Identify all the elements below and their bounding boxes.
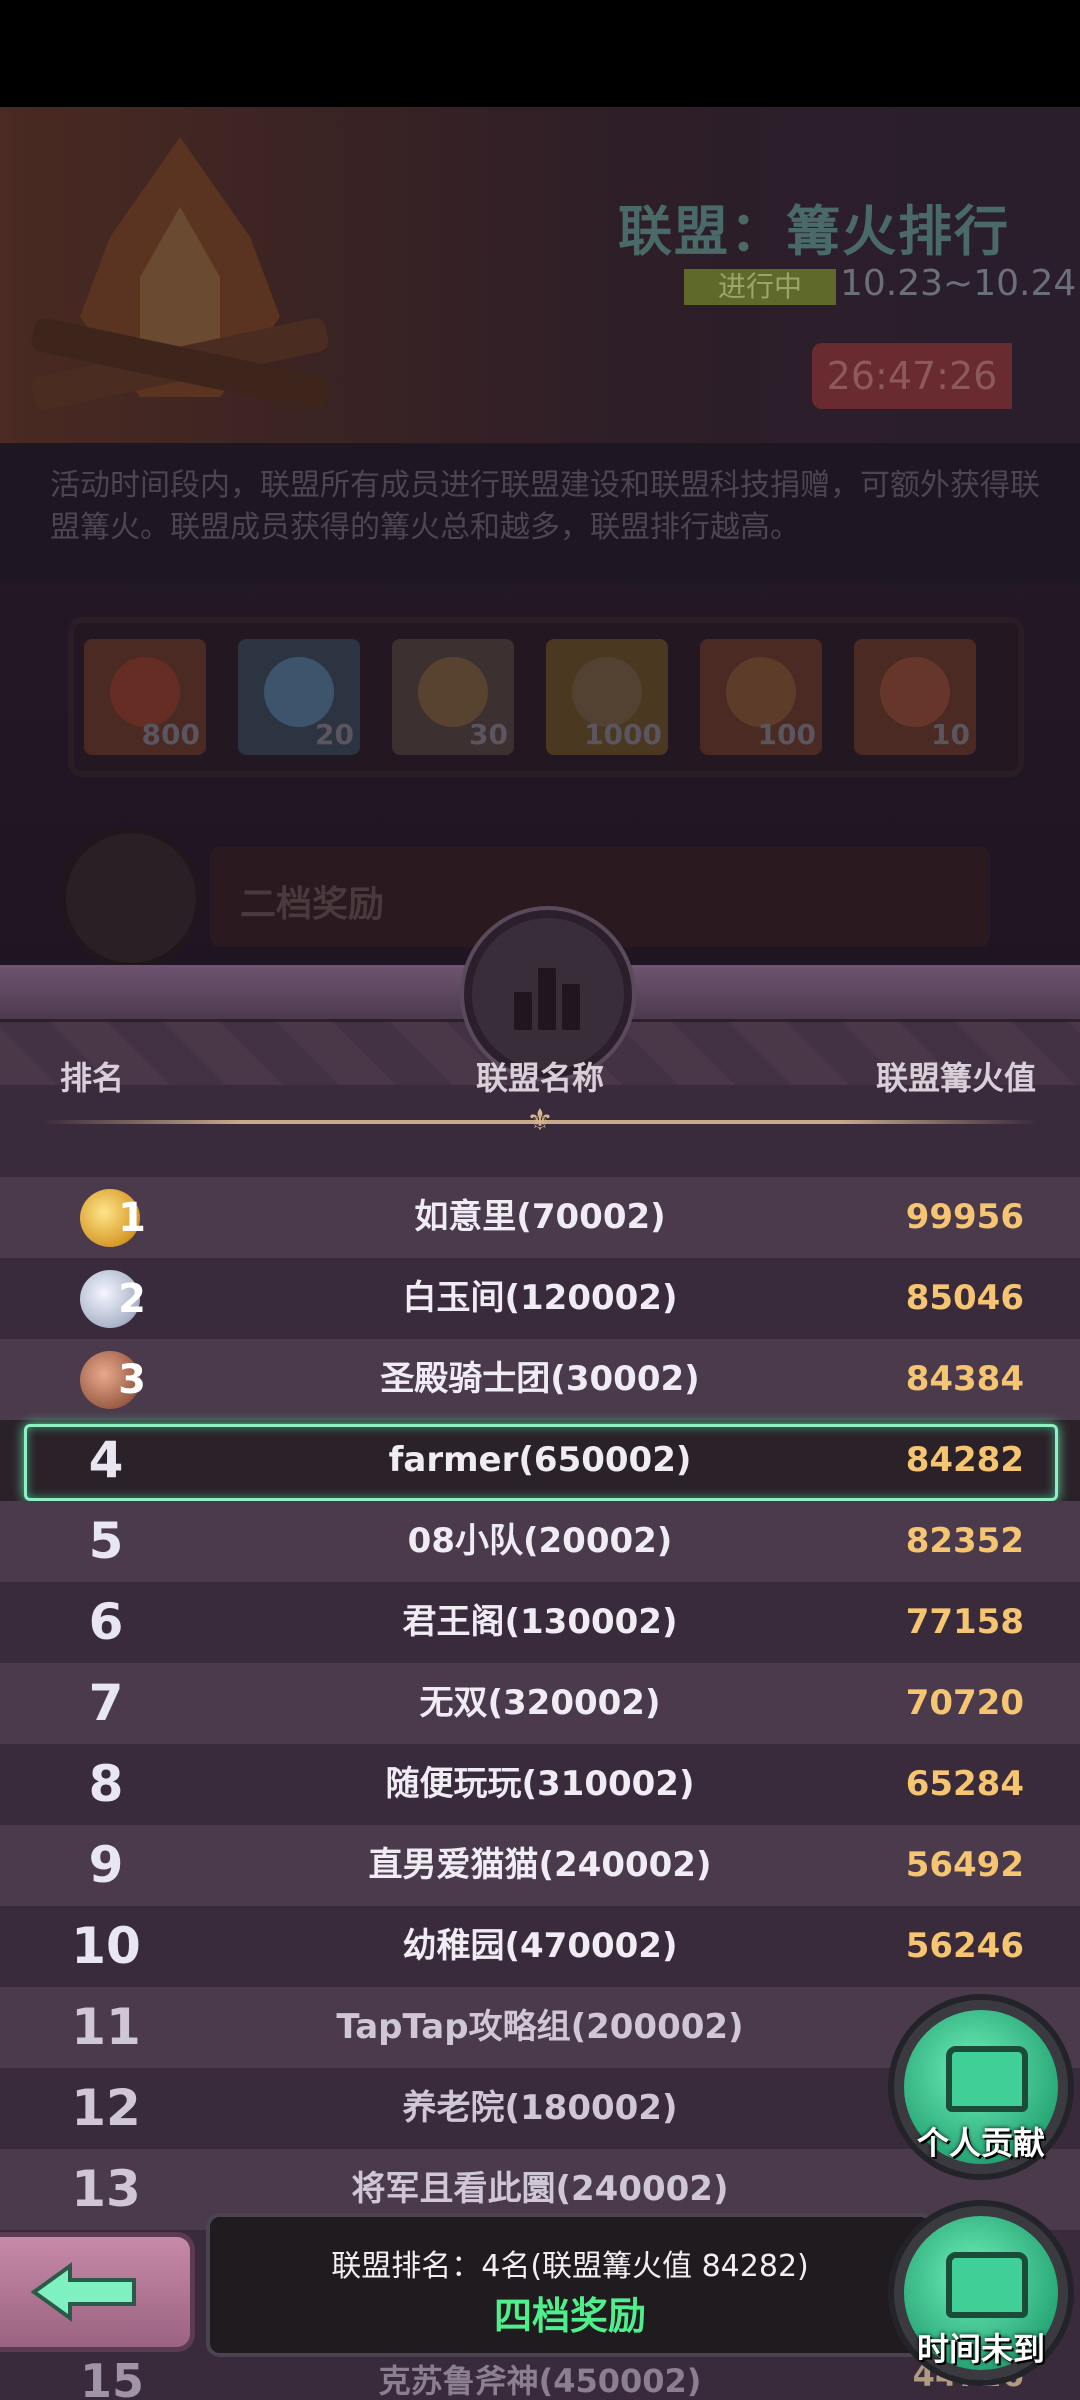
alliance-name: 养老院(180002) bbox=[402, 2088, 678, 2128]
bonfire-value: 84384 bbox=[905, 1359, 1024, 1399]
table-row[interactable]: 7 无双(320002) 70720 bbox=[0, 1663, 1080, 1744]
my-ranking-text: 联盟排名：4名(联盟篝火值 84282) bbox=[331, 2249, 809, 2284]
rank-number: 5 bbox=[88, 1512, 124, 1570]
my-ranking-panel: 联盟排名：4名(联盟篝火值 84282) 四档奖励 bbox=[206, 2213, 934, 2357]
alliance-name: TapTap攻略组(200002) bbox=[336, 2007, 744, 2047]
reward-item: 10 bbox=[854, 639, 976, 755]
time-not-reached-button[interactable]: 时间未到 bbox=[894, 2206, 1068, 2380]
reward-item: 800 bbox=[84, 639, 206, 755]
reward-item: 100 bbox=[700, 639, 822, 755]
reward-item: 20 bbox=[238, 639, 360, 755]
alliance-name: 君王阁(130002) bbox=[402, 1602, 678, 1642]
ranking-screen: 联盟：篝火排行 进行中 10.23~10.24 26:47:26 活动时间段内，… bbox=[0, 0, 1080, 2400]
bronze-medal-icon: 3 bbox=[80, 1351, 146, 1409]
status-bar bbox=[0, 0, 1080, 107]
table-row[interactable]: 10 幼稚园(470002) 56246 bbox=[0, 1906, 1080, 1987]
reward-item: 1000 bbox=[546, 639, 668, 755]
campfire-icon bbox=[31, 137, 329, 410]
alliance-name: 如意里(70002) bbox=[414, 1197, 666, 1237]
bread-icon bbox=[418, 657, 488, 727]
rank-number: 13 bbox=[71, 2160, 141, 2218]
chart-bar bbox=[514, 992, 532, 1030]
my-alliance-row[interactable]: 4 farmer(650002) 84282 bbox=[0, 1420, 1080, 1501]
event-description: 活动时间段内，联盟所有成员进行联盟建设和联盟科技捐赠，可额外获得联盟篝火。联盟成… bbox=[0, 443, 1080, 583]
back-button[interactable] bbox=[0, 2232, 195, 2352]
reward-quantity: 30 bbox=[469, 718, 508, 751]
table-row[interactable]: 8 随便玩玩(310002) 65284 bbox=[0, 1744, 1080, 1825]
alliance-name: farmer(650002) bbox=[388, 1440, 692, 1480]
bonfire-value: 85046 bbox=[905, 1278, 1024, 1318]
bonfire-value: 56246 bbox=[905, 1926, 1024, 1966]
reward-quantity: 10 bbox=[931, 718, 970, 751]
reward-quantity: 1000 bbox=[584, 718, 662, 751]
bonfire-value: 56492 bbox=[905, 1845, 1024, 1885]
personal-contribution-label: 个人贡献 bbox=[916, 2124, 1045, 2162]
alliance-name: 白玉间(120002) bbox=[402, 1278, 678, 1318]
chest-icon bbox=[880, 657, 950, 727]
rank-number: 8 bbox=[88, 1755, 124, 1813]
reward-quantity: 100 bbox=[757, 718, 816, 751]
alliance-name: 幼稚园(470002) bbox=[402, 1926, 678, 1966]
rank-number: 2 bbox=[118, 1276, 146, 1322]
alliance-name: 随便玩玩(310002) bbox=[385, 1764, 695, 1804]
table-row[interactable]: 9 直男爱猫猫(240002) 56492 bbox=[0, 1825, 1080, 1906]
scroll-icon bbox=[726, 657, 796, 727]
trophy-icon bbox=[572, 657, 642, 727]
alliance-name: 无双(320002) bbox=[419, 1683, 661, 1723]
table-row[interactable]: 5 08小队(20002) 82352 bbox=[0, 1501, 1080, 1582]
reward-list: 800 20 30 1000 100 10 bbox=[68, 617, 1024, 777]
rank-number: 10 bbox=[71, 1917, 141, 1975]
alliance-name: 直男爱猫猫(240002) bbox=[368, 1845, 712, 1885]
chest-icon bbox=[946, 2252, 1028, 2318]
my-reward-tier: 四档奖励 bbox=[493, 2294, 646, 2338]
table-row[interactable]: 2 白玉间(120002) 85046 bbox=[0, 1258, 1080, 1339]
event-date-range: 10.23~10.24 bbox=[840, 263, 1077, 304]
bonfire-value: 77158 bbox=[905, 1602, 1024, 1642]
bonfire-value: 82352 bbox=[905, 1521, 1024, 1561]
rank-number: 3 bbox=[118, 1357, 146, 1403]
tier2-label: 二档奖励 bbox=[240, 884, 385, 925]
rank-number: 9 bbox=[88, 1836, 124, 1894]
tier2-medal-icon bbox=[60, 827, 202, 969]
status-badge: 进行中 bbox=[684, 269, 836, 305]
chart-bar bbox=[562, 984, 580, 1030]
event-description-text: 活动时间段内，联盟所有成员进行联盟建设和联盟科技捐赠，可额外获得联盟篝火。联盟成… bbox=[50, 468, 1040, 545]
rank-number: 1 bbox=[118, 1195, 146, 1241]
alliance-name: 圣殿骑士团(30002) bbox=[380, 1359, 700, 1399]
bonfire-value: 84282 bbox=[905, 1440, 1024, 1480]
arrow-left-icon bbox=[30, 2262, 136, 2322]
reward-quantity: 20 bbox=[315, 718, 354, 751]
rank-number: 15 bbox=[80, 2354, 145, 2400]
table-row[interactable]: 3 圣殿骑士团(30002) 84384 bbox=[0, 1339, 1080, 1420]
rank-number: 4 bbox=[88, 1431, 124, 1489]
bonfire-value: 65284 bbox=[905, 1764, 1024, 1804]
table-row[interactable]: 1 如意里(70002) 99956 bbox=[0, 1177, 1080, 1258]
ranking-panel: 排名 联盟名称 联盟篝火值 ⚜ 1 如意里(70002) 99956 2 白玉间… bbox=[0, 910, 1080, 2400]
rank-number: 12 bbox=[71, 2079, 141, 2137]
rank-number: 7 bbox=[88, 1674, 124, 1732]
countdown-timer: 26:47:26 bbox=[812, 343, 1012, 409]
event-title: 联盟：篝火排行 bbox=[618, 200, 1010, 263]
bonfire-value: 70720 bbox=[905, 1683, 1024, 1723]
reward-quantity: 800 bbox=[141, 718, 200, 751]
table-row[interactable]: 6 君王阁(130002) 77158 bbox=[0, 1582, 1080, 1663]
rank-number: 6 bbox=[88, 1593, 124, 1651]
chest-icon bbox=[946, 2046, 1028, 2112]
bonfire-value: 99956 bbox=[905, 1197, 1024, 1237]
alliance-name: 克苏鲁斧神(450002) bbox=[378, 2362, 702, 2400]
personal-contribution-button[interactable]: 个人贡献 bbox=[894, 2000, 1068, 2174]
silver-medal-icon: 2 bbox=[80, 1270, 146, 1328]
blue-orb-icon bbox=[264, 657, 334, 727]
rank-number: 11 bbox=[71, 1998, 141, 2056]
time-not-reached-label: 时间未到 bbox=[916, 2330, 1045, 2368]
event-banner: 联盟：篝火排行 进行中 10.23~10.24 26:47:26 bbox=[0, 107, 1080, 443]
chart-bar bbox=[538, 968, 556, 1030]
alliance-name: 08小队(20002) bbox=[407, 1521, 673, 1561]
header-bonfire-value: 联盟篝火值 bbox=[875, 1059, 1036, 1097]
gold-medal-icon: 1 bbox=[80, 1189, 146, 1247]
red-gem-icon bbox=[110, 657, 180, 727]
event-background: 联盟：篝火排行 进行中 10.23~10.24 26:47:26 活动时间段内，… bbox=[0, 107, 1080, 969]
fleur-de-lis-icon: ⚜ bbox=[526, 1103, 554, 1138]
reward-item: 30 bbox=[392, 639, 514, 755]
